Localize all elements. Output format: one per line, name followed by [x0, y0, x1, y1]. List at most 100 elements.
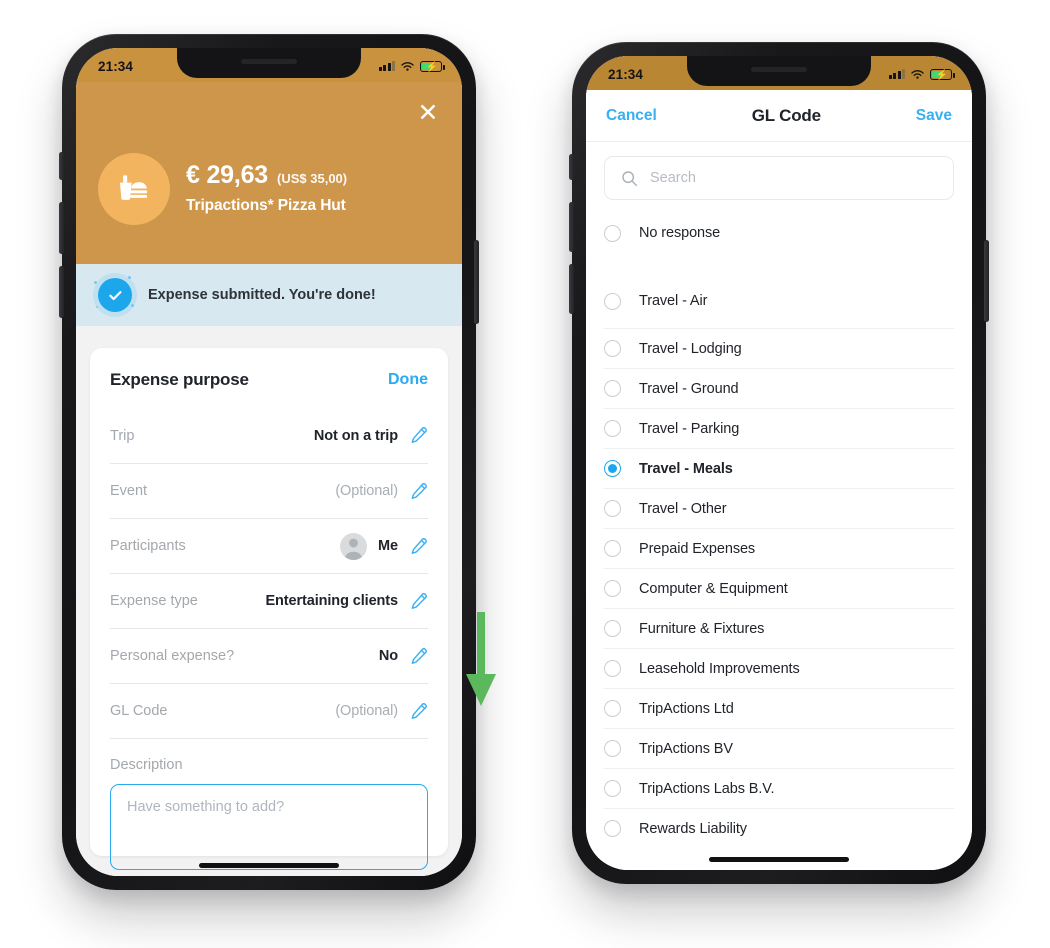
battery-charging-icon-right: ⚡: [930, 68, 955, 81]
field-value-group: (Optional): [335, 702, 428, 721]
field-value: Me: [378, 538, 398, 554]
radio-unselected-icon[interactable]: [604, 820, 621, 837]
radio-unselected-icon[interactable]: [604, 540, 621, 557]
option-row[interactable]: Travel - Ground: [604, 368, 954, 408]
option-label: Leasehold Improvements: [639, 660, 800, 677]
field-row-personal-expense[interactable]: Personal expense? No: [110, 628, 428, 683]
search-area: Search: [586, 142, 972, 206]
field-value: Not on a trip: [313, 427, 398, 444]
description-block: Description Have something to add?: [110, 738, 428, 870]
field-label: GL Code: [110, 703, 168, 719]
edit-pencil-icon[interactable]: [409, 647, 428, 666]
option-row[interactable]: TripActions BV: [604, 728, 954, 768]
home-indicator-left[interactable]: [199, 863, 339, 868]
volume-up-button[interactable]: [59, 202, 64, 254]
device-notch: [177, 48, 361, 78]
field-value: Entertaining clients: [265, 593, 398, 609]
option-row[interactable]: TripActions Labs B.V.: [604, 768, 954, 808]
phone-device-right: 21:34 ⚡ Cancel GL Code Save Search No re…: [569, 42, 989, 884]
cancel-button[interactable]: Cancel: [606, 107, 657, 125]
option-row[interactable]: Computer & Equipment: [604, 568, 954, 608]
cellular-signal-icon-right: [888, 69, 905, 79]
field-row-participants[interactable]: Participants Me: [110, 518, 428, 573]
edit-pencil-icon[interactable]: [409, 537, 428, 556]
option-label: No response: [639, 225, 721, 241]
save-button[interactable]: Save: [916, 107, 952, 125]
option-row[interactable]: Rewards Liability: [604, 808, 954, 848]
radio-unselected-icon[interactable]: [604, 340, 621, 357]
option-row[interactable]: Prepaid Expenses: [604, 528, 954, 568]
field-row-trip[interactable]: Trip Not on a trip: [110, 408, 428, 463]
option-row[interactable]: TripActions Ltd: [604, 688, 954, 728]
close-icon[interactable]: ✕: [416, 101, 440, 126]
option-label: Travel - Other: [639, 500, 727, 517]
status-bar-indicators-right: ⚡: [888, 67, 955, 81]
submitted-banner-text: Expense submitted. You're done!: [148, 287, 376, 303]
option-row[interactable]: Travel - Meals: [604, 448, 954, 488]
field-label: Personal expense?: [110, 648, 235, 664]
nav-title: GL Code: [751, 105, 821, 125]
radio-unselected-icon[interactable]: [604, 660, 621, 677]
edit-pencil-icon[interactable]: [409, 482, 428, 501]
list-group-separator: [586, 260, 972, 274]
radio-unselected-icon[interactable]: [604, 420, 621, 437]
option-label: Computer & Equipment: [639, 580, 788, 597]
radio-unselected-icon[interactable]: [604, 292, 621, 310]
expense-field-list: Trip Not on a trip Event (Optional) Particip…: [110, 408, 428, 738]
radio-selected-icon[interactable]: [604, 460, 621, 477]
search-input[interactable]: Search: [604, 156, 954, 200]
option-row[interactable]: Travel - Air: [604, 274, 954, 328]
radio-unselected-icon[interactable]: [604, 380, 621, 397]
power-button-right[interactable]: [984, 240, 989, 322]
option-row[interactable]: Travel - Other: [604, 488, 954, 528]
gl-code-option-list: No response Travel - Air Travel - Lodging T…: [586, 206, 972, 848]
option-label: Travel - Lodging: [639, 340, 742, 357]
edit-pencil-icon[interactable]: [409, 702, 428, 721]
device-notch-right: [687, 56, 871, 86]
green-down-arrow-annotation: [464, 612, 498, 708]
option-label: Travel - Parking: [639, 420, 740, 437]
description-input[interactable]: Have something to add?: [110, 784, 428, 870]
status-bar-time: 21:34: [98, 58, 134, 74]
field-row-event[interactable]: Event (Optional): [110, 463, 428, 518]
volume-up-button-right[interactable]: [569, 202, 574, 252]
done-button[interactable]: Done: [388, 371, 428, 389]
edit-pencil-icon[interactable]: [409, 426, 428, 445]
search-icon: [622, 170, 638, 186]
radio-unselected-icon[interactable]: [604, 224, 621, 242]
page-title: Expense purpose: [110, 370, 249, 389]
power-button[interactable]: [474, 240, 479, 324]
field-row-gl-code[interactable]: GL Code (Optional): [110, 683, 428, 738]
field-value-group: (Optional): [335, 482, 428, 501]
field-value: No: [378, 648, 398, 664]
earpiece-speaker: [241, 59, 297, 64]
option-label: Travel - Meals: [639, 460, 733, 477]
radio-unselected-icon[interactable]: [604, 580, 621, 597]
edit-pencil-icon[interactable]: [409, 592, 428, 611]
status-bar-indicators: ⚡: [378, 59, 445, 73]
field-value-group: Entertaining clients: [265, 592, 428, 611]
radio-unselected-icon[interactable]: [604, 620, 621, 637]
radio-unselected-icon[interactable]: [604, 780, 621, 797]
option-label: Travel - Ground: [639, 380, 739, 397]
option-row[interactable]: Furniture & Fixtures: [604, 608, 954, 648]
volume-down-button[interactable]: [59, 266, 64, 318]
field-label: Expense type: [110, 593, 198, 609]
home-indicator-right[interactable]: [709, 857, 849, 862]
radio-unselected-icon[interactable]: [604, 700, 621, 717]
mute-switch-button-right[interactable]: [569, 154, 574, 180]
field-row-expense-type[interactable]: Expense type Entertaining clients: [110, 573, 428, 628]
radio-unselected-icon[interactable]: [604, 740, 621, 757]
option-row[interactable]: Travel - Parking: [604, 408, 954, 448]
volume-down-button-right[interactable]: [569, 264, 574, 314]
screenshot-canvas: 21:34 ⚡ ✕ € 29,63 (US$ 35,00) Tripaction…: [0, 0, 1050, 948]
wifi-icon: [401, 61, 414, 71]
option-row[interactable]: Leasehold Improvements: [604, 648, 954, 688]
option-row[interactable]: Travel - Lodging: [604, 328, 954, 368]
radio-unselected-icon[interactable]: [604, 500, 621, 517]
option-label: Prepaid Expenses: [639, 540, 756, 557]
option-label: Rewards Liability: [639, 820, 747, 837]
option-label: TripActions Labs B.V.: [639, 780, 775, 797]
option-row[interactable]: No response: [604, 206, 954, 260]
mute-switch-button[interactable]: [59, 152, 64, 180]
